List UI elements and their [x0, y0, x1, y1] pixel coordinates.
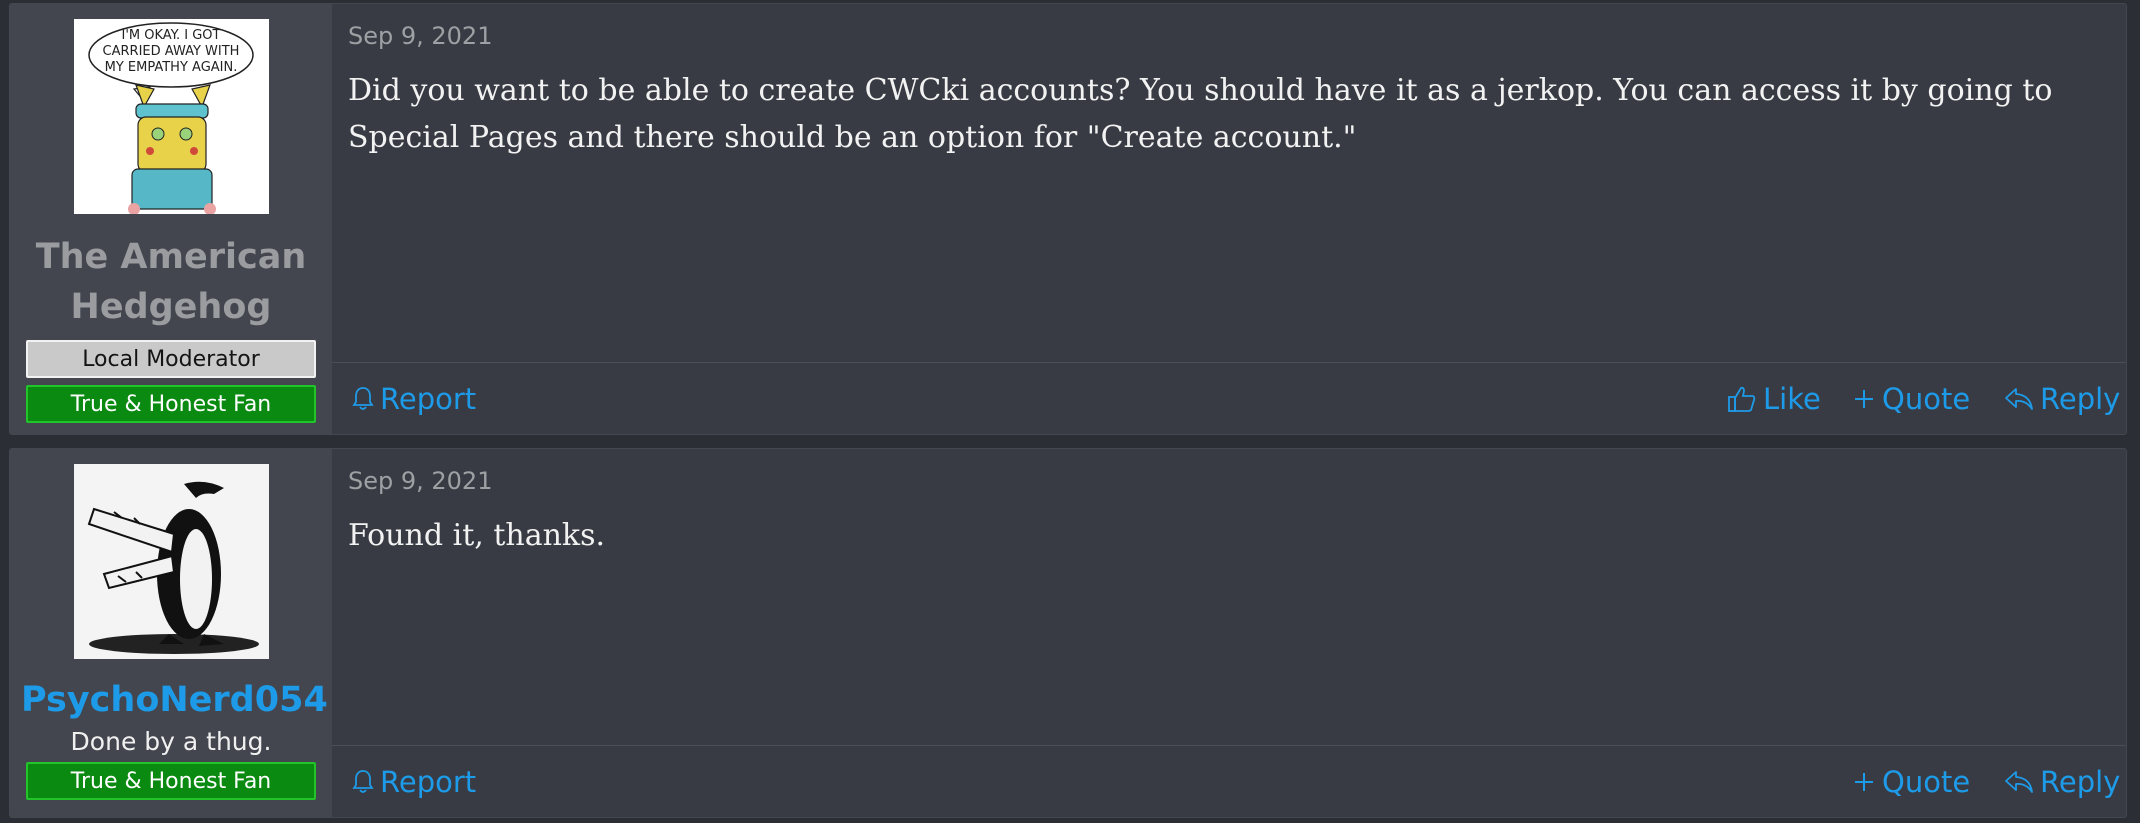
user-title: Done by a thug. [70, 727, 272, 756]
bell-icon [352, 387, 374, 410]
quote-label: Quote [1882, 382, 1971, 416]
user-cell: PsychoNerd054 Done by a thug. True & Hon… [10, 449, 332, 817]
plus-icon [1855, 390, 1873, 408]
avatar[interactable] [73, 464, 269, 659]
reply-button[interactable]: Reply [2004, 363, 2121, 434]
thumbs-up-icon [1728, 386, 1756, 412]
post-main: Sep 9, 2021 Did you want to be able to c… [332, 4, 2126, 434]
post-main: Sep 9, 2021 Found it, thanks. Report Quo… [332, 449, 2126, 817]
report-button[interactable]: Report [352, 363, 477, 434]
moderator-banner: Local Moderator [26, 340, 316, 378]
fan-banner: True & Honest Fan [26, 385, 316, 423]
report-button[interactable]: Report [352, 746, 477, 817]
username[interactable]: The American Hedgehog [21, 232, 321, 332]
post-footer: Report Like Quote Reply [332, 362, 2126, 434]
avatar-caption-line-2: CARRIED AWAY WITH [102, 44, 239, 59]
plus-icon [1855, 773, 1873, 791]
reply-label: Reply [2040, 382, 2121, 416]
avatar-image [73, 464, 269, 659]
post-date[interactable]: Sep 9, 2021 [348, 467, 492, 495]
quote-button[interactable]: Quote [1852, 363, 1971, 434]
avatar-image: I'M OKAY. I GOT CARRIED AWAY WITH MY EMP… [73, 19, 269, 214]
avatar[interactable]: I'M OKAY. I GOT CARRIED AWAY WITH MY EMP… [73, 19, 269, 214]
quote-label: Quote [1882, 765, 1971, 799]
bell-icon [352, 770, 374, 793]
user-cell: I'M OKAY. I GOT CARRIED AWAY WITH MY EMP… [10, 4, 332, 434]
post-body: Found it, thanks. [348, 518, 606, 553]
quote-button[interactable]: Quote [1852, 746, 1971, 817]
post-date[interactable]: Sep 9, 2021 [348, 22, 492, 50]
username[interactable]: PsychoNerd054 [21, 677, 328, 723]
avatar-caption-line-3: MY EMPATHY AGAIN. [104, 60, 237, 75]
avatar-caption-line-1: I'M OKAY. I GOT [121, 28, 220, 43]
like-label: Like [1763, 382, 1821, 416]
report-label: Report [380, 765, 477, 799]
post: PsychoNerd054 Done by a thug. True & Hon… [9, 448, 2127, 818]
reply-icon [2005, 388, 2033, 410]
report-label: Report [380, 382, 477, 416]
reply-button[interactable]: Reply [2004, 746, 2121, 817]
post: I'M OKAY. I GOT CARRIED AWAY WITH MY EMP… [9, 3, 2127, 435]
post-footer: Report Quote Reply [332, 745, 2126, 817]
fan-banner: True & Honest Fan [26, 762, 316, 800]
reply-icon [2005, 771, 2033, 793]
reply-label: Reply [2040, 765, 2121, 799]
like-button[interactable]: Like [1727, 363, 1821, 434]
post-body: Did you want to be able to create CWCki … [348, 73, 2053, 155]
